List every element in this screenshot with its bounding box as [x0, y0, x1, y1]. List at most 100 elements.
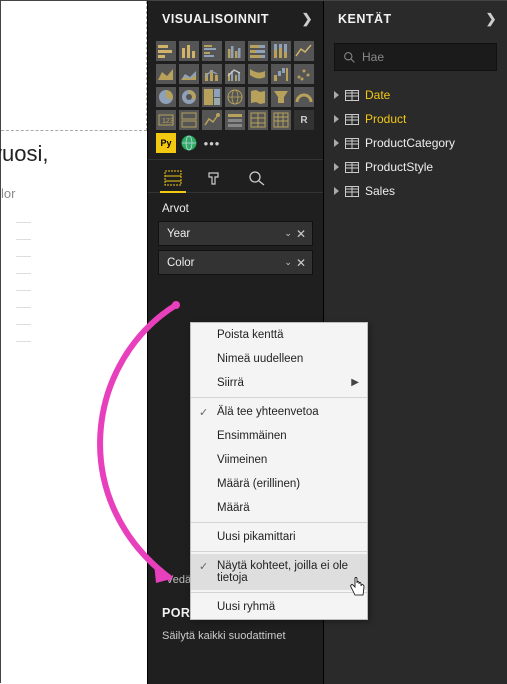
line-stacked-column-icon[interactable] [202, 64, 222, 84]
treemap-icon[interactable] [202, 87, 222, 107]
field-well-year[interactable]: Year ⌄✕ [158, 221, 313, 246]
values-section-label: Arvot [148, 193, 323, 221]
table-icon [345, 114, 359, 125]
stacked-area-icon[interactable] [179, 64, 199, 84]
gauge-icon[interactable] [294, 87, 314, 107]
fields-tab[interactable] [162, 168, 184, 188]
field-well-actions[interactable]: ⌄✕ [284, 227, 306, 241]
tables-list: Date Product ProductCategory ProductStyl… [324, 77, 507, 209]
menu-separator [191, 397, 367, 398]
menu-rename[interactable]: Nimeä uudelleen [191, 347, 367, 371]
field-format-analytics-tabs [148, 159, 323, 193]
chevron-down-icon[interactable]: ⌄ [284, 228, 292, 239]
menu-new-quick-measure[interactable]: Uusi pikamittari [191, 525, 367, 549]
menu-remove-field[interactable]: Poista kenttä [191, 323, 367, 347]
hundred-stacked-bar-icon[interactable] [248, 41, 268, 61]
fields-title: KENTÄT [338, 12, 392, 26]
analytics-tab[interactable] [246, 168, 268, 188]
clustered-column-icon[interactable] [225, 41, 245, 61]
remove-field-icon[interactable]: ✕ [296, 227, 306, 241]
donut-chart-icon[interactable] [179, 87, 199, 107]
svg-text:123: 123 [162, 118, 174, 125]
field-context-menu: Poista kenttä Nimeä uudelleen Siirrä▶ ✓Ä… [190, 322, 368, 620]
table-icon [345, 90, 359, 101]
visualizations-title: VISUALISOINNIT [162, 12, 269, 26]
report-canvas[interactable]: vuosi, lor [1, 1, 147, 684]
menu-move[interactable]: Siirrä▶ [191, 371, 367, 395]
menu-first[interactable]: Ensimmäinen [191, 424, 367, 448]
menu-separator [191, 522, 367, 523]
pie-chart-icon[interactable] [156, 87, 176, 107]
menu-separator [191, 551, 367, 552]
menu-count-distinct[interactable]: Määrä (erillinen) [191, 472, 367, 496]
visualizations-header[interactable]: VISUALISOINNIT ❯ [148, 1, 323, 37]
visualization-type-grid: 123 R Py ••• [148, 37, 323, 153]
check-icon: ✓ [199, 560, 208, 573]
more-visuals-icon[interactable]: ••• [202, 133, 222, 153]
table-item-date[interactable]: Date [324, 83, 507, 107]
clustered-bar-icon[interactable] [202, 41, 222, 61]
slicer-icon[interactable] [225, 110, 245, 130]
field-well-label: Color [167, 257, 194, 269]
table-item-sales[interactable]: Sales [324, 179, 507, 203]
table-item-productstyle[interactable]: ProductStyle [324, 155, 507, 179]
table-item-product[interactable]: Product [324, 107, 507, 131]
map-icon[interactable] [225, 87, 245, 107]
stacked-bar-icon[interactable] [156, 41, 176, 61]
expand-icon[interactable] [334, 139, 339, 147]
check-icon: ✓ [199, 406, 208, 419]
table-item-productcategory[interactable]: ProductCategory [324, 131, 507, 155]
r-visual-icon[interactable]: R [294, 110, 314, 130]
table-icon [345, 186, 359, 197]
fields-header[interactable]: KENTÄT ❯ [324, 1, 507, 37]
field-well-color[interactable]: Color ⌄✕ [158, 250, 313, 275]
visual-title-cut: vuosi, [0, 141, 48, 167]
table-icon[interactable] [248, 110, 268, 130]
search-input[interactable]: Hae [334, 43, 497, 71]
menu-separator [191, 592, 367, 593]
remove-field-icon[interactable]: ✕ [296, 256, 306, 270]
cursor-pointer-icon [349, 577, 367, 601]
scatter-icon[interactable] [294, 64, 314, 84]
expand-icon[interactable] [334, 91, 339, 99]
expand-icon[interactable] [334, 115, 339, 123]
format-tab[interactable] [204, 168, 226, 188]
field-well-actions[interactable]: ⌄✕ [284, 256, 306, 270]
submenu-arrow-icon: ▶ [351, 377, 359, 388]
arcgis-map-icon[interactable] [179, 133, 199, 153]
filled-map-icon[interactable] [248, 87, 268, 107]
python-visual-icon[interactable]: Py [156, 133, 176, 153]
table-icon [345, 138, 359, 149]
chevron-right-icon: ❯ [302, 11, 313, 27]
multi-row-card-icon[interactable] [179, 110, 199, 130]
kpi-icon[interactable] [202, 110, 222, 130]
keep-all-filters-label: Säilytä kaikki suodattimet [148, 624, 323, 644]
table-label: Sales [365, 184, 395, 198]
ribbon-chart-icon[interactable] [248, 64, 268, 84]
chevron-down-icon[interactable]: ⌄ [284, 257, 292, 268]
funnel-icon[interactable] [271, 87, 291, 107]
hundred-stacked-column-icon[interactable] [271, 41, 291, 61]
line-chart-icon[interactable] [294, 41, 314, 61]
menu-show-items-no-data[interactable]: ✓Näytä kohteet, joilla ei ole tietoja [191, 554, 367, 590]
menu-new-group[interactable]: Uusi ryhmä [191, 595, 367, 619]
expand-icon[interactable] [334, 187, 339, 195]
table-icon [345, 162, 359, 173]
menu-count[interactable]: Määrä [191, 496, 367, 520]
card-icon[interactable]: 123 [156, 110, 176, 130]
search-placeholder: Hae [362, 50, 384, 64]
chevron-right-icon: ❯ [486, 11, 497, 27]
table-label: ProductCategory [365, 136, 455, 150]
menu-last[interactable]: Viimeinen [191, 448, 367, 472]
stacked-column-icon[interactable] [179, 41, 199, 61]
table-label: Product [365, 112, 406, 126]
visual-selection-border [1, 1, 147, 131]
area-chart-icon[interactable] [156, 64, 176, 84]
matrix-icon[interactable] [271, 110, 291, 130]
expand-icon[interactable] [334, 163, 339, 171]
field-well-label: Year [167, 228, 190, 240]
waterfall-icon[interactable] [271, 64, 291, 84]
search-icon [343, 51, 356, 64]
menu-dont-summarize[interactable]: ✓Älä tee yhteenvetoa [191, 400, 367, 424]
line-clustered-column-icon[interactable] [225, 64, 245, 84]
